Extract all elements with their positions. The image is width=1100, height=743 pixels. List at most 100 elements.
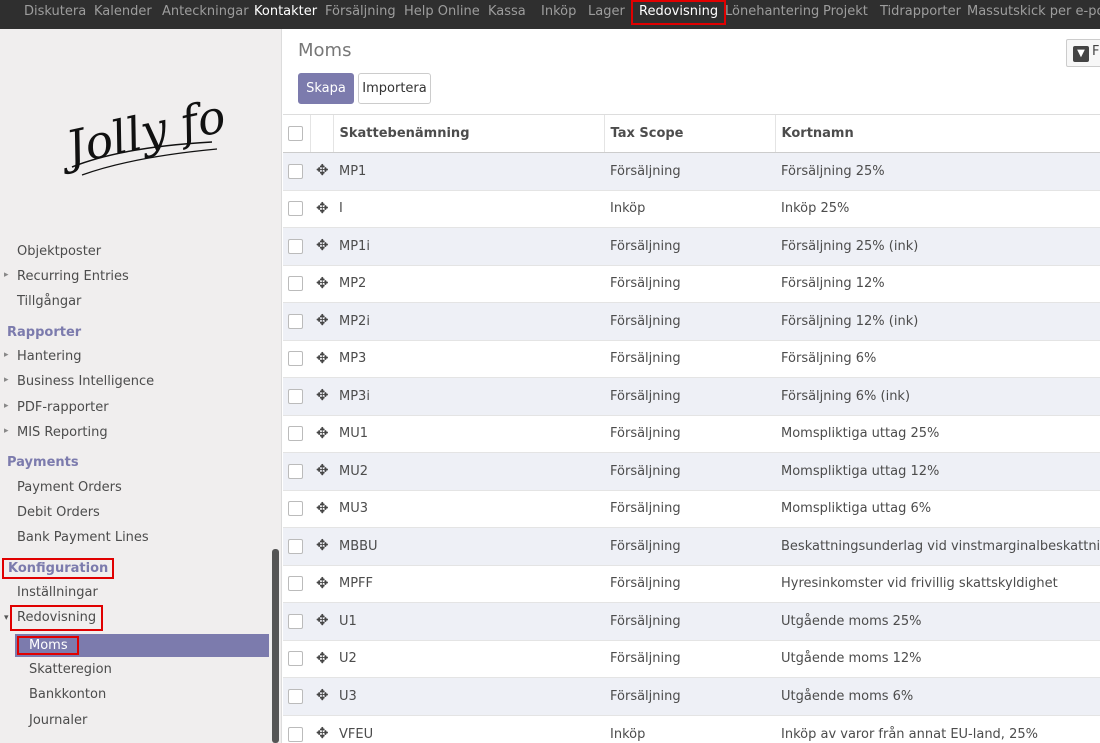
cell-kortnamn[interactable]: Momspliktiga uttag 6%	[775, 489, 1100, 528]
drag-handle-icon[interactable]: ✥	[316, 275, 329, 291]
row-checkbox-cell[interactable]	[283, 677, 310, 715]
table-row[interactable]: ✥ MP2 Försäljning Försäljning 12%	[283, 264, 1100, 303]
row-checkbox-cell[interactable]	[283, 339, 310, 378]
nav-projekt[interactable]: Projekt	[823, 0, 868, 29]
cell-skattebenamning[interactable]: I	[333, 189, 604, 228]
row-checkbox-cell[interactable]	[283, 564, 310, 603]
sidebar-item-business-intelligence[interactable]: Business Intelligence	[17, 374, 154, 389]
row-checkbox-cell[interactable]	[283, 377, 310, 415]
cell-tax-scope[interactable]: Försäljning	[604, 602, 775, 640]
table-row[interactable]: ✥ MP1 Försäljning Försäljning 25%	[283, 152, 1100, 190]
drag-handle-icon[interactable]: ✥	[316, 350, 329, 366]
cell-tax-scope[interactable]: Försäljning	[604, 227, 775, 265]
row-checkbox[interactable]	[288, 388, 303, 404]
sidebar-item-bank-payment-lines[interactable]: Bank Payment Lines	[17, 530, 149, 545]
row-checkbox[interactable]	[288, 576, 303, 592]
nav-lonehantering[interactable]: Lönehantering	[725, 0, 819, 29]
row-checkbox-cell[interactable]	[283, 264, 310, 303]
row-checkbox-cell[interactable]	[283, 489, 310, 528]
cell-kortnamn[interactable]: Momspliktiga uttag 25%	[775, 414, 1100, 453]
table-row[interactable]: ✥ MP1i Försäljning Försäljning 25% (ink)	[283, 227, 1100, 265]
table-row[interactable]: ✥ U3 Försäljning Utgående moms 6%	[283, 677, 1100, 715]
sidebar-item-installningar[interactable]: Inställningar	[17, 585, 98, 600]
row-checkbox-cell[interactable]	[283, 639, 310, 678]
nav-diskutera[interactable]: Diskutera	[24, 0, 86, 29]
cell-tax-scope[interactable]: Försäljning	[604, 339, 775, 378]
sidebar-item-hantering[interactable]: Hantering	[17, 349, 82, 364]
cell-skattebenamning[interactable]: VFEU	[333, 714, 604, 743]
sidebar-item-debit-orders[interactable]: Debit Orders	[17, 505, 100, 520]
column-header-skattebenamning[interactable]: Skattebenämning	[332, 114, 604, 153]
nav-massutskick[interactable]: Massutskick per e-post	[967, 0, 1100, 29]
row-checkbox-cell[interactable]	[283, 414, 310, 453]
row-checkbox-cell[interactable]	[283, 602, 310, 640]
cell-tax-scope[interactable]: Inköp	[604, 189, 775, 228]
table-row[interactable]: ✥ MU1 Försäljning Momspliktiga uttag 25%	[283, 414, 1100, 453]
drag-handle-icon[interactable]: ✥	[316, 238, 329, 253]
cell-kortnamn[interactable]: Försäljning 25% (ink)	[775, 227, 1100, 265]
nav-inkop[interactable]: Inköp	[541, 0, 576, 29]
table-row[interactable]: ✥ MU3 Försäljning Momspliktiga uttag 6%	[283, 489, 1100, 528]
cell-skattebenamning[interactable]: MP3	[333, 339, 604, 378]
nav-kontakter[interactable]: Kontakter	[254, 0, 317, 29]
drag-handle-icon[interactable]: ✥	[316, 388, 329, 403]
cell-skattebenamning[interactable]: MPFF	[333, 564, 604, 603]
drag-handle-cell[interactable]: ✥	[310, 152, 333, 190]
row-checkbox[interactable]	[288, 276, 303, 292]
row-checkbox[interactable]	[288, 651, 303, 667]
cell-skattebenamning[interactable]: U2	[333, 639, 604, 678]
row-checkbox-cell[interactable]	[283, 227, 310, 265]
row-checkbox[interactable]	[288, 313, 303, 329]
cell-skattebenamning[interactable]: U1	[333, 602, 604, 640]
cell-tax-scope[interactable]: Försäljning	[604, 564, 775, 603]
drag-handle-icon[interactable]: ✥	[316, 313, 329, 328]
cell-tax-scope[interactable]: Försäljning	[604, 527, 775, 565]
table-row[interactable]: ✥ U1 Försäljning Utgående moms 25%	[283, 602, 1100, 640]
nav-help-online[interactable]: Help Online	[404, 0, 480, 29]
drag-handle-cell[interactable]: ✥	[310, 227, 333, 265]
cell-skattebenamning[interactable]: MP1	[333, 152, 604, 190]
cell-skattebenamning[interactable]: MU3	[333, 489, 604, 528]
sidebar-item-pdf-rapporter[interactable]: PDF-rapporter	[17, 400, 109, 415]
drag-handle-icon[interactable]: ✥	[316, 500, 329, 516]
drag-handle-icon[interactable]: ✥	[316, 688, 329, 703]
nav-redovisning[interactable]: Redovisning	[631, 0, 727, 25]
cell-skattebenamning[interactable]: MP2i	[333, 302, 604, 340]
cell-tax-scope[interactable]: Försäljning	[604, 452, 775, 490]
drag-handle-icon[interactable]: ✥	[316, 726, 329, 741]
cell-kortnamn[interactable]: Försäljning 6% (ink)	[775, 377, 1100, 415]
cell-kortnamn[interactable]: Inköp av varor från annat EU-land, 25%	[775, 714, 1100, 743]
cell-skattebenamning[interactable]: U3	[333, 677, 604, 715]
drag-handle-cell[interactable]: ✥	[310, 377, 333, 415]
nav-forsaljning[interactable]: Försäljning	[325, 0, 396, 29]
cell-kortnamn[interactable]: Utgående moms 25%	[775, 602, 1100, 640]
cell-tax-scope[interactable]: Försäljning	[604, 377, 775, 415]
cell-skattebenamning[interactable]: MP3i	[333, 377, 604, 415]
drag-handle-icon[interactable]: ✥	[316, 650, 329, 666]
drag-handle-cell[interactable]: ✥	[310, 189, 333, 228]
table-row[interactable]: ✥ I Inköp Inköp 25%	[283, 189, 1100, 228]
cell-kortnamn[interactable]: Försäljning 6%	[775, 339, 1100, 378]
cell-kortnamn[interactable]: Utgående moms 12%	[775, 639, 1100, 678]
drag-handle-cell[interactable]: ✥	[310, 527, 333, 565]
drag-handle-cell[interactable]: ✥	[310, 489, 333, 528]
sidebar-item-moms[interactable]: Moms	[17, 636, 79, 655]
table-row[interactable]: ✥ VFEU Inköp Inköp av varor från annat EU-l…	[283, 714, 1100, 743]
cell-kortnamn[interactable]: Hyresinkomster vid frivillig skattskyldi…	[775, 564, 1100, 603]
row-checkbox-cell[interactable]	[283, 302, 310, 340]
cell-tax-scope[interactable]: Försäljning	[604, 677, 775, 715]
row-checkbox[interactable]	[288, 538, 303, 554]
row-checkbox[interactable]	[288, 463, 303, 479]
row-checkbox-cell[interactable]	[283, 152, 310, 190]
row-checkbox-cell[interactable]	[283, 714, 310, 743]
drag-handle-icon[interactable]: ✥	[316, 463, 329, 478]
cell-kortnamn[interactable]: Beskattningsunderlag vid vinstmarginalbe…	[775, 527, 1100, 565]
drag-handle-cell[interactable]: ✥	[310, 264, 333, 303]
cell-tax-scope[interactable]: Försäljning	[604, 414, 775, 453]
row-checkbox[interactable]	[288, 726, 303, 742]
cell-skattebenamning[interactable]: MBBU	[333, 527, 604, 565]
drag-handle-icon[interactable]: ✥	[316, 425, 329, 441]
table-row[interactable]: ✥ MPFF Försäljning Hyresinkomster vid frivi…	[283, 564, 1100, 603]
import-button[interactable]: Importera	[358, 73, 431, 104]
drag-handle-cell[interactable]: ✥	[310, 414, 333, 453]
